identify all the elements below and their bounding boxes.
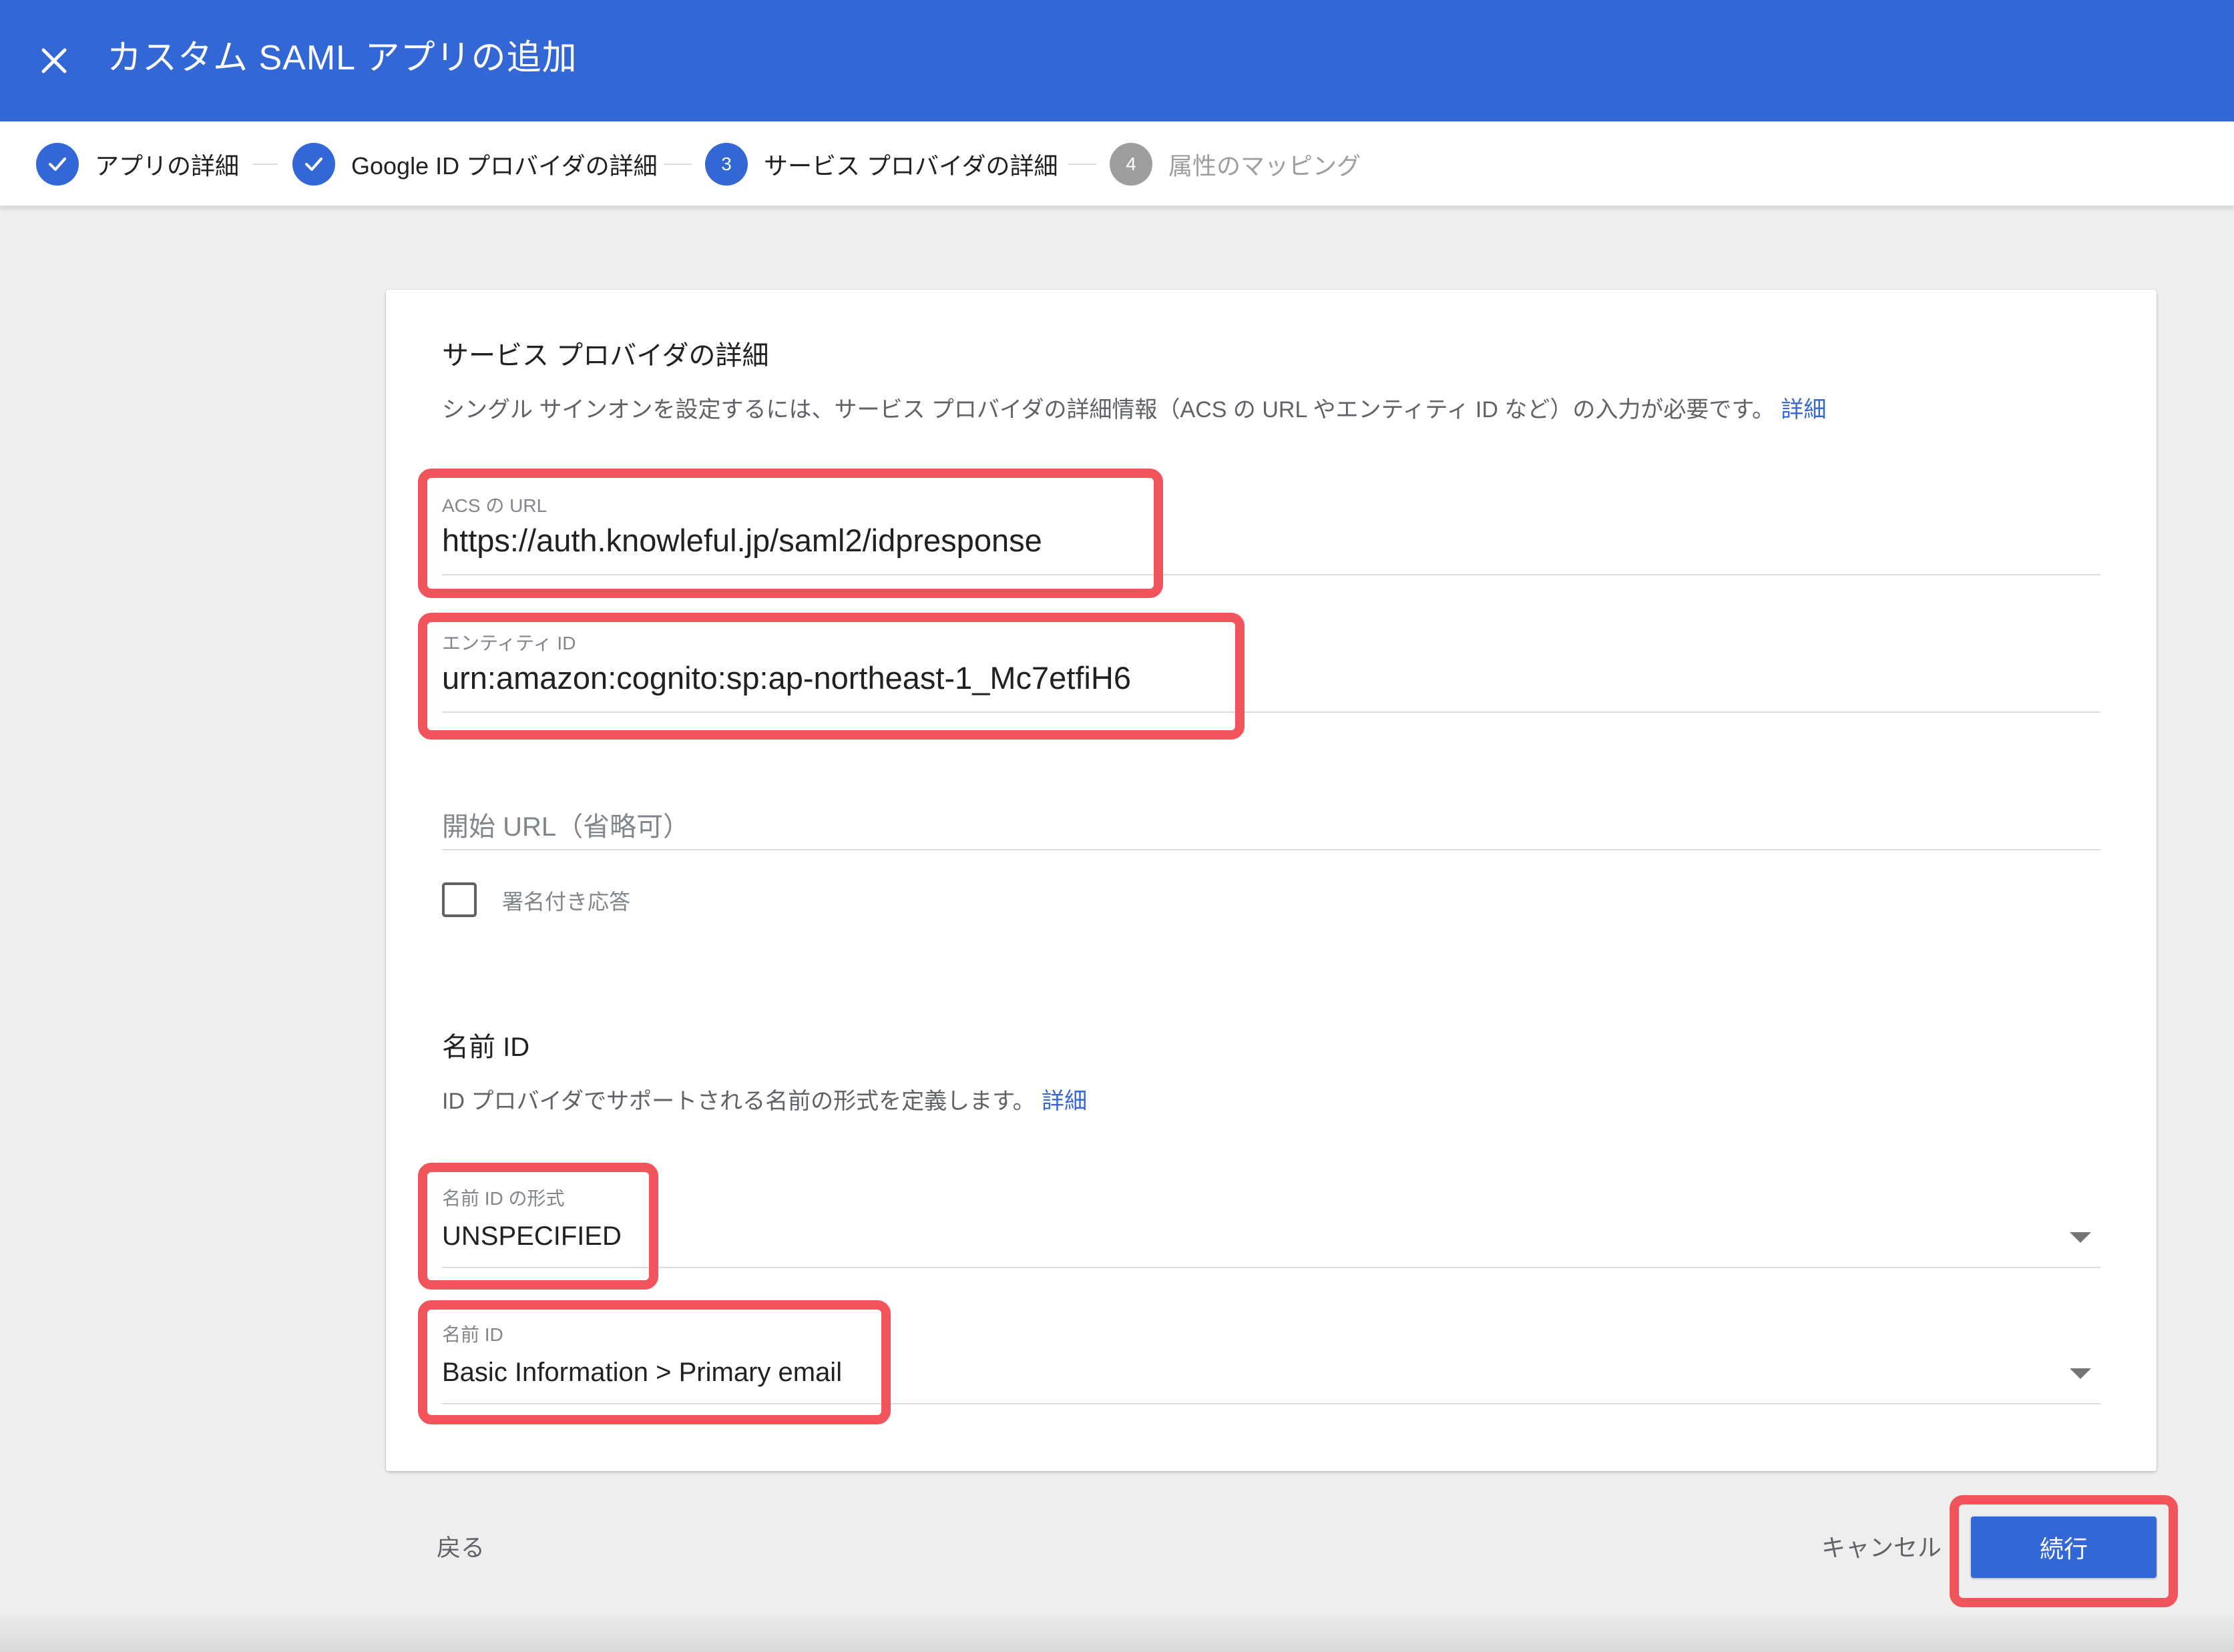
section-description: ID プロバイダでサポートされる名前の形式を定義します。 詳細 <box>442 1083 1087 1115</box>
cancel-button[interactable]: キャンセル <box>1821 1529 1942 1563</box>
name-id-select[interactable]: 名前 ID Basic Information > Primary email <box>442 1306 2100 1404</box>
acs-url-value: https://auth.knowleful.jp/saml2/idprespo… <box>442 523 1042 558</box>
continue-button[interactable]: 続行 <box>1971 1517 2157 1578</box>
check-icon <box>36 143 79 186</box>
step-label: Google ID プロバイダの詳細 <box>351 152 658 180</box>
field-label: 名前 ID <box>442 1324 503 1345</box>
page-title: カスタム SAML アプリの追加 <box>107 39 578 77</box>
name-id-format-select[interactable]: 名前 ID の形式 UNSPECIFIED <box>442 1169 2100 1268</box>
step-label: サービス プロバイダの詳細 <box>764 152 1058 180</box>
description-text: シングル サインオンを設定するには、サービス プロバイダの詳細情報（ACS の … <box>442 397 1775 423</box>
close-button[interactable] <box>31 37 77 84</box>
step-app-details[interactable]: アプリの詳細 <box>36 142 239 187</box>
step-number: 3 <box>705 143 748 186</box>
step-number: 4 <box>1110 143 1152 186</box>
back-button[interactable]: 戻る <box>437 1529 485 1563</box>
section-title: サービス プロバイダの詳細 <box>442 341 769 370</box>
dropdown-arrow-icon <box>2070 1232 2091 1243</box>
app-header: カスタム SAML アプリの追加 <box>0 0 2234 121</box>
check-icon <box>292 143 335 186</box>
section-description: シングル サインオンを設定するには、サービス プロバイダの詳細情報（ACS の … <box>442 391 1826 424</box>
entity-id-value: urn:amazon:cognito:sp:ap-northeast-1_Mc7… <box>442 660 1131 696</box>
entity-id-field[interactable]: エンティティ ID urn:amazon:cognito:sp:ap-north… <box>442 614 2100 713</box>
field-label: ACS の URL <box>442 495 547 516</box>
field-label: エンティティ ID <box>442 633 576 653</box>
step-connector <box>664 164 692 165</box>
description-text: ID プロバイダでサポートされる名前の形式を定義します。 <box>442 1089 1036 1114</box>
name-id-format-value: UNSPECIFIED <box>442 1221 622 1251</box>
progress-stepper: アプリの詳細 Google ID プロバイダの詳細 3 サービス プロバイダの詳… <box>0 121 2234 207</box>
checkbox-label: 署名付き応答 <box>502 890 631 914</box>
start-url-field[interactable]: 開始 URL（省略可） <box>442 752 2100 850</box>
step-attribute-mapping[interactable]: 4 属性のマッピング <box>1110 142 1361 187</box>
start-url-placeholder: 開始 URL（省略可） <box>442 812 690 842</box>
step-connector <box>1068 164 1096 165</box>
step-label: 属性のマッピング <box>1168 152 1361 180</box>
name-id-value: Basic Information > Primary email <box>442 1358 843 1387</box>
step-label: アプリの詳細 <box>95 152 240 180</box>
acs-url-field[interactable]: ACS の URL https://auth.knowleful.jp/saml… <box>442 477 2100 575</box>
learn-more-link[interactable]: 詳細 <box>1042 1089 1087 1114</box>
close-icon <box>41 48 67 73</box>
dropdown-arrow-icon <box>2070 1368 2091 1379</box>
step-google-idp-details[interactable]: Google ID プロバイダの詳細 <box>292 142 658 187</box>
step-connector <box>252 164 278 165</box>
step-service-provider-details[interactable]: 3 サービス プロバイダの詳細 <box>705 142 1058 187</box>
service-provider-card: サービス プロバイダの詳細 シングル サインオンを設定するには、サービス プロバ… <box>386 290 2157 1471</box>
field-label: 名前 ID の形式 <box>442 1188 565 1209</box>
bottom-edge <box>0 1615 2234 1652</box>
section-title: 名前 ID <box>442 1033 530 1062</box>
learn-more-link[interactable]: 詳細 <box>1781 397 1826 423</box>
signed-response-checkbox[interactable] <box>442 882 477 917</box>
